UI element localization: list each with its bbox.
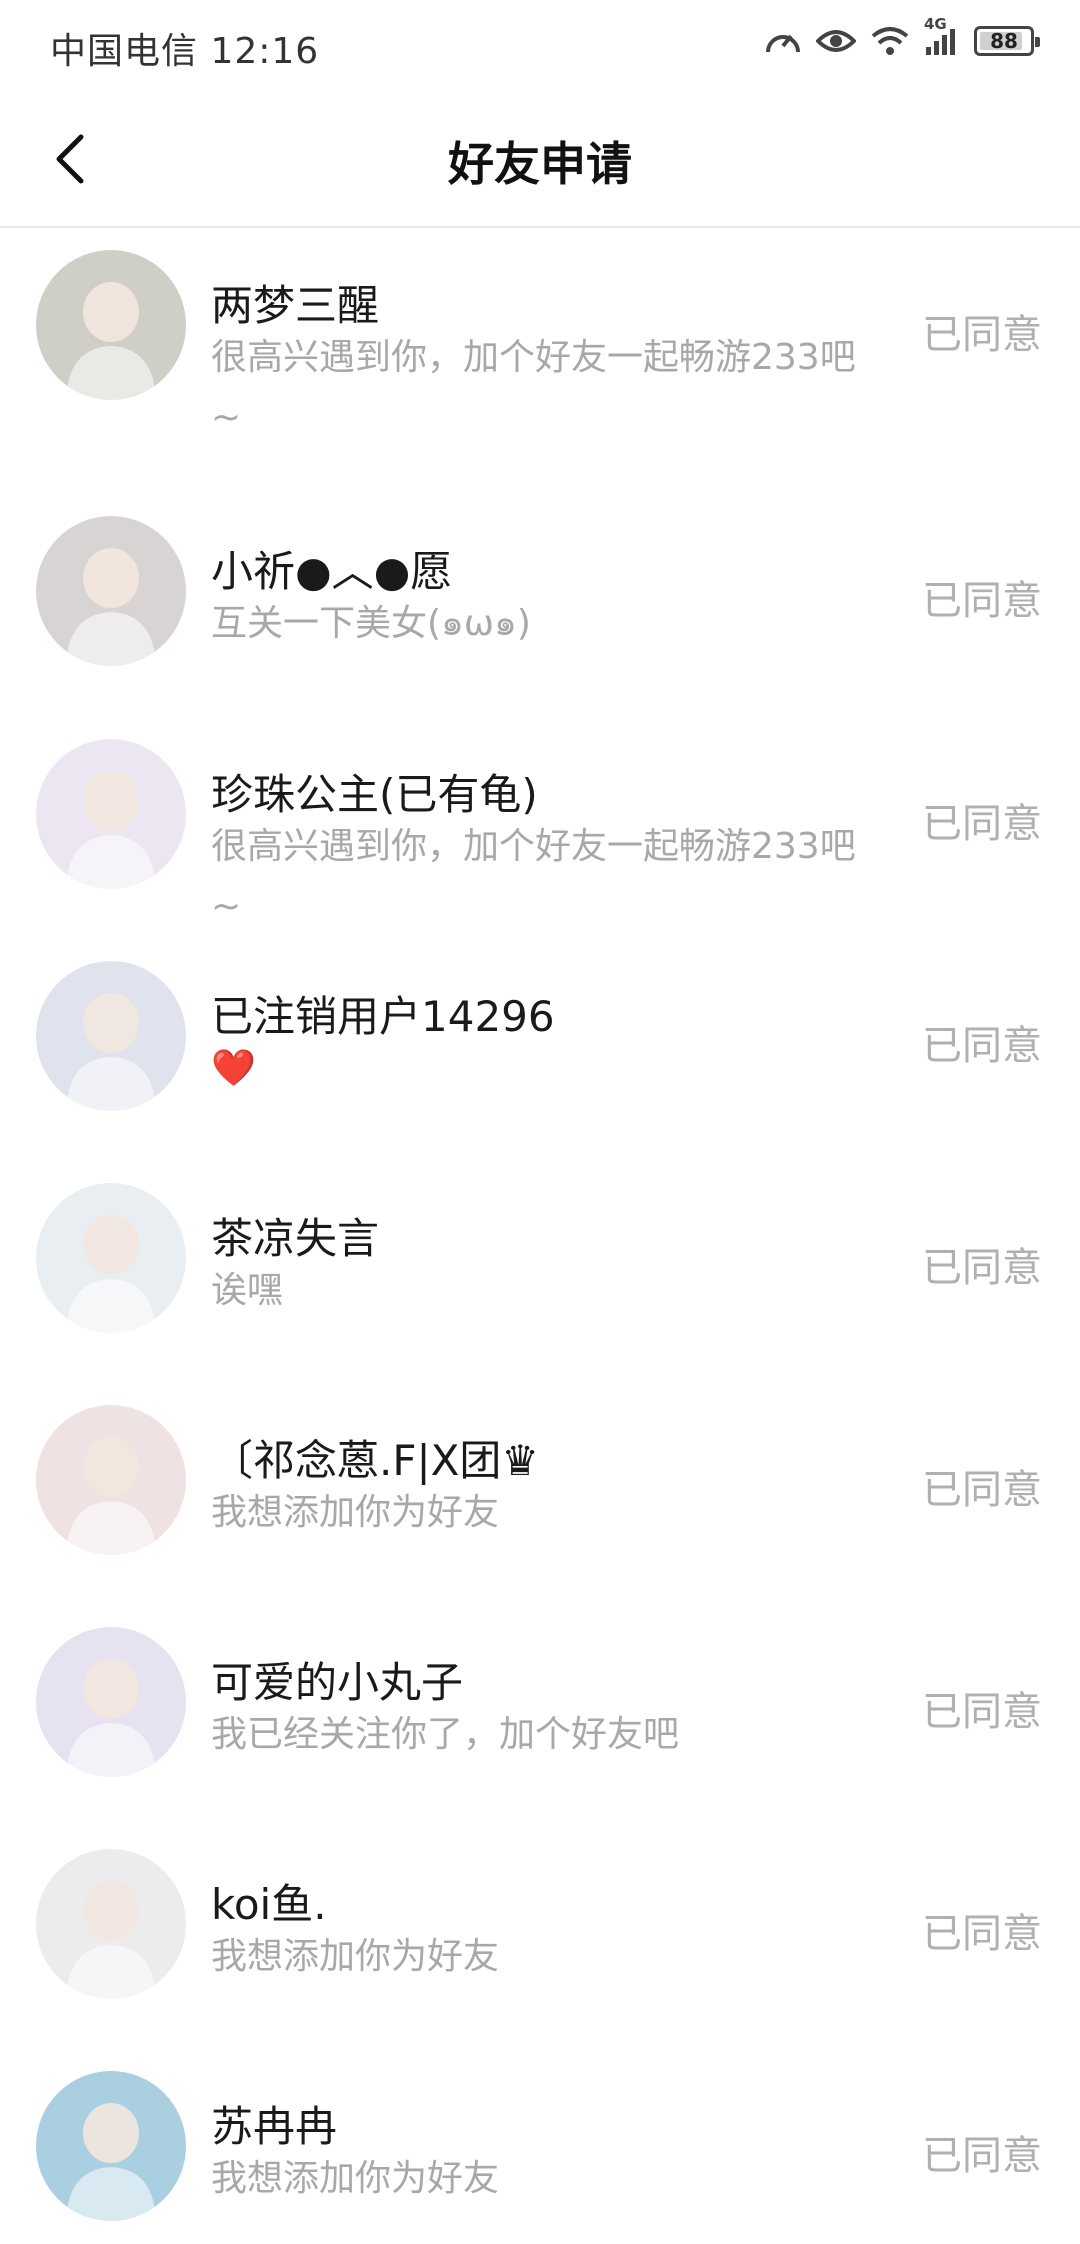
avatar[interactable] <box>36 1183 186 1333</box>
requester-name: 小祈●︿●愿 <box>211 547 453 596</box>
request-message: 我想添加你为好友 <box>211 2158 500 2199</box>
avatar[interactable] <box>36 250 186 400</box>
request-message: 很高兴遇到你，加个好友一起畅游233吧~ <box>211 826 856 927</box>
status-bar: 中国电信 12:16 4G 88 <box>0 0 1080 90</box>
request-status: 已同意 <box>922 312 1042 358</box>
page-title: 好友申请 <box>448 137 632 191</box>
friend-request-item[interactable]: 苏冉冉 我想添加你为好友 已同意 <box>0 2051 1080 2244</box>
request-status: 已同意 <box>922 1689 1042 1735</box>
friend-request-item[interactable]: 两梦三醒 很高兴遇到你，加个好友一起畅游233吧~ 已同意 <box>0 230 1080 496</box>
requester-name: 苏冉冉 <box>211 2102 338 2151</box>
request-status: 已同意 <box>922 1023 1042 1069</box>
carrier-time: 中国电信 12:16 <box>50 31 320 72</box>
battery-icon: 88 <box>974 26 1040 56</box>
battery-cap <box>1035 37 1040 47</box>
friend-request-item[interactable]: koi鱼. 我想添加你为好友 已同意 <box>0 1829 1080 2051</box>
request-status: 已同意 <box>922 1245 1042 1291</box>
requester-name: 〔祁念蒽.F|X团♛ <box>211 1436 540 1485</box>
request-message: 我想添加你为好友 <box>211 1492 500 1533</box>
request-status: 已同意 <box>922 578 1042 624</box>
request-message: ❤️ <box>211 1048 256 1089</box>
avatar[interactable] <box>36 961 186 1111</box>
request-message: 我想添加你为好友 <box>211 1936 500 1977</box>
eye-icon <box>816 26 856 56</box>
requester-name: 可爱的小丸子 <box>211 1658 464 1707</box>
status-icons: 4G 88 <box>764 15 1040 58</box>
battery-level: 88 <box>990 29 1018 53</box>
avatar[interactable] <box>36 1405 186 1555</box>
request-status: 已同意 <box>922 1467 1042 1513</box>
requester-name: 珍珠公主(已有龟) <box>211 770 538 819</box>
avatar[interactable] <box>36 1849 186 1999</box>
avatar[interactable] <box>36 739 186 889</box>
requester-name: 两梦三醒 <box>211 281 380 330</box>
friend-request-item[interactable]: 〔祁念蒽.F|X团♛ 我想添加你为好友 已同意 <box>0 1385 1080 1607</box>
request-message: 互关一下美女(๑ω๑) <box>211 603 531 644</box>
avatar[interactable] <box>36 516 186 666</box>
request-status: 已同意 <box>922 801 1042 847</box>
avatar[interactable] <box>36 2071 186 2221</box>
friend-request-item[interactable]: 小祈●︿●愿 互关一下美女(๑ω๑) 已同意 <box>0 496 1080 718</box>
avatar[interactable] <box>36 1627 186 1777</box>
request-message: 很高兴遇到你，加个好友一起畅游233吧~ <box>211 337 856 438</box>
network-type-label: 4G <box>924 15 947 33</box>
requester-name: 茶凉失言 <box>211 1214 380 1263</box>
wifi-icon <box>870 25 910 57</box>
request-status: 已同意 <box>922 1911 1042 1957</box>
request-message: 我已经关注你了，加个好友吧 <box>211 1714 680 1755</box>
friend-request-item[interactable]: 茶凉失言 诶嘿 已同意 <box>0 1163 1080 1385</box>
nav-bar: 好友申请 <box>0 90 1080 228</box>
speed-icon <box>764 24 802 58</box>
requester-name: 已注销用户14296 <box>211 992 555 1041</box>
friend-request-item[interactable]: 已注销用户14296 ❤️ 已同意 <box>0 941 1080 1163</box>
request-status: 已同意 <box>922 2133 1042 2179</box>
request-message: 诶嘿 <box>211 1270 284 1311</box>
cellular-signal-icon: 4G <box>924 15 960 57</box>
requester-name: koi鱼. <box>211 1880 327 1929</box>
friend-request-item[interactable]: 可爱的小丸子 我已经关注你了，加个好友吧 已同意 <box>0 1607 1080 1829</box>
